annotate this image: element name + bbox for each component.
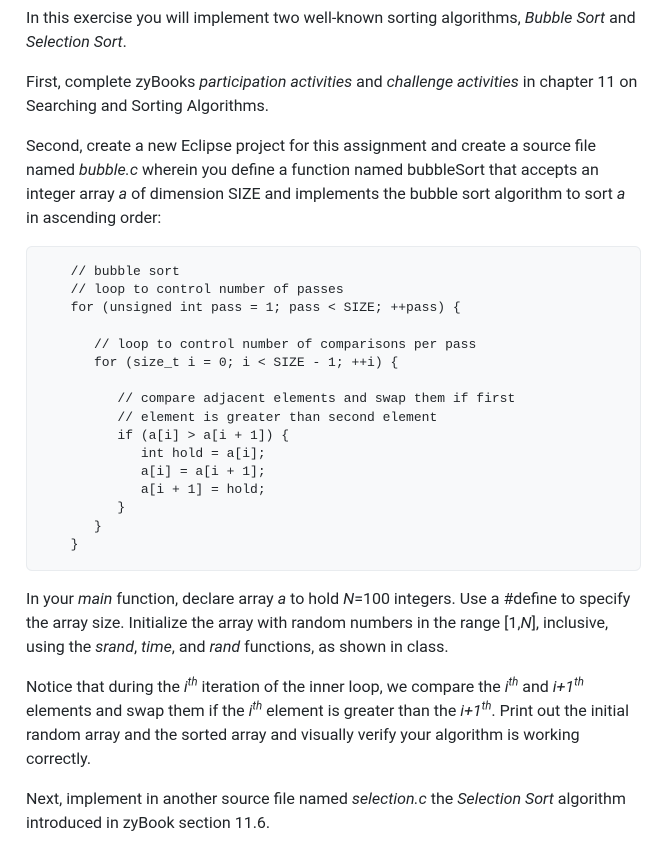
paragraph-next: Next, implement in another source file n…	[26, 787, 641, 835]
func-time: time	[141, 637, 172, 656]
func-srand: srand	[95, 637, 134, 656]
paragraph-notice: Notice that during the ith iteration of …	[26, 675, 641, 771]
document-content: In this exercise you will implement two …	[0, 0, 667, 861]
term-participation: participation activities	[199, 72, 352, 91]
text: of dimension SIZE and implements the bub…	[127, 184, 617, 203]
text: functions, as shown in class.	[240, 637, 448, 656]
text: .	[123, 32, 127, 51]
term-challenge: challenge activities	[387, 72, 519, 91]
text: iteration of the inner loop, we compare …	[197, 677, 504, 696]
text: the	[427, 789, 457, 808]
sup-th: th	[252, 699, 262, 713]
sup-th: th	[574, 675, 584, 689]
paragraph-main: In your main function, declare array a t…	[26, 587, 641, 659]
text: elements and swap them if the	[26, 701, 249, 720]
code-block-bubble-sort: // bubble sort // loop to control number…	[26, 246, 641, 571]
func-main: main	[78, 589, 112, 608]
sup-th: th	[482, 699, 492, 713]
text: and	[518, 677, 553, 696]
paragraph-first: First, complete zyBooks participation ac…	[26, 70, 641, 118]
text: and	[352, 72, 387, 91]
text: First, complete zyBooks	[26, 72, 199, 91]
term-bubble-sort: Bubble Sort	[525, 8, 605, 27]
paragraph-second: Second, create a new Eclipse project for…	[26, 134, 641, 230]
text: Notice that during the	[26, 677, 184, 696]
text: , and	[172, 637, 210, 656]
var-ip1: i+1	[460, 701, 481, 720]
text: function, declare array	[112, 589, 277, 608]
var-a: a	[278, 589, 286, 608]
text: element is greater than the	[262, 701, 460, 720]
var-n: N	[521, 613, 532, 632]
var-a: a	[119, 184, 127, 203]
var-ip1: i+1	[553, 677, 574, 696]
func-rand: rand	[209, 637, 240, 656]
sup-th: th	[508, 675, 518, 689]
text: and	[605, 8, 636, 27]
filename-bubble: bubble.c	[79, 160, 138, 179]
var-a: a	[617, 184, 625, 203]
term-selection-sort: Selection Sort	[457, 789, 554, 808]
filename-selection: selection.c	[352, 789, 427, 808]
text: Next, implement in another source file n…	[26, 789, 352, 808]
text: In your	[26, 589, 78, 608]
paragraph-intro: In this exercise you will implement two …	[26, 6, 641, 54]
term-selection-sort: Selection Sort	[26, 32, 123, 51]
var-n: N	[343, 589, 354, 608]
text: in ascending order:	[26, 208, 161, 227]
text: In this exercise you will implement two …	[26, 8, 525, 27]
sup-th: th	[188, 675, 198, 689]
text: to hold	[286, 589, 343, 608]
